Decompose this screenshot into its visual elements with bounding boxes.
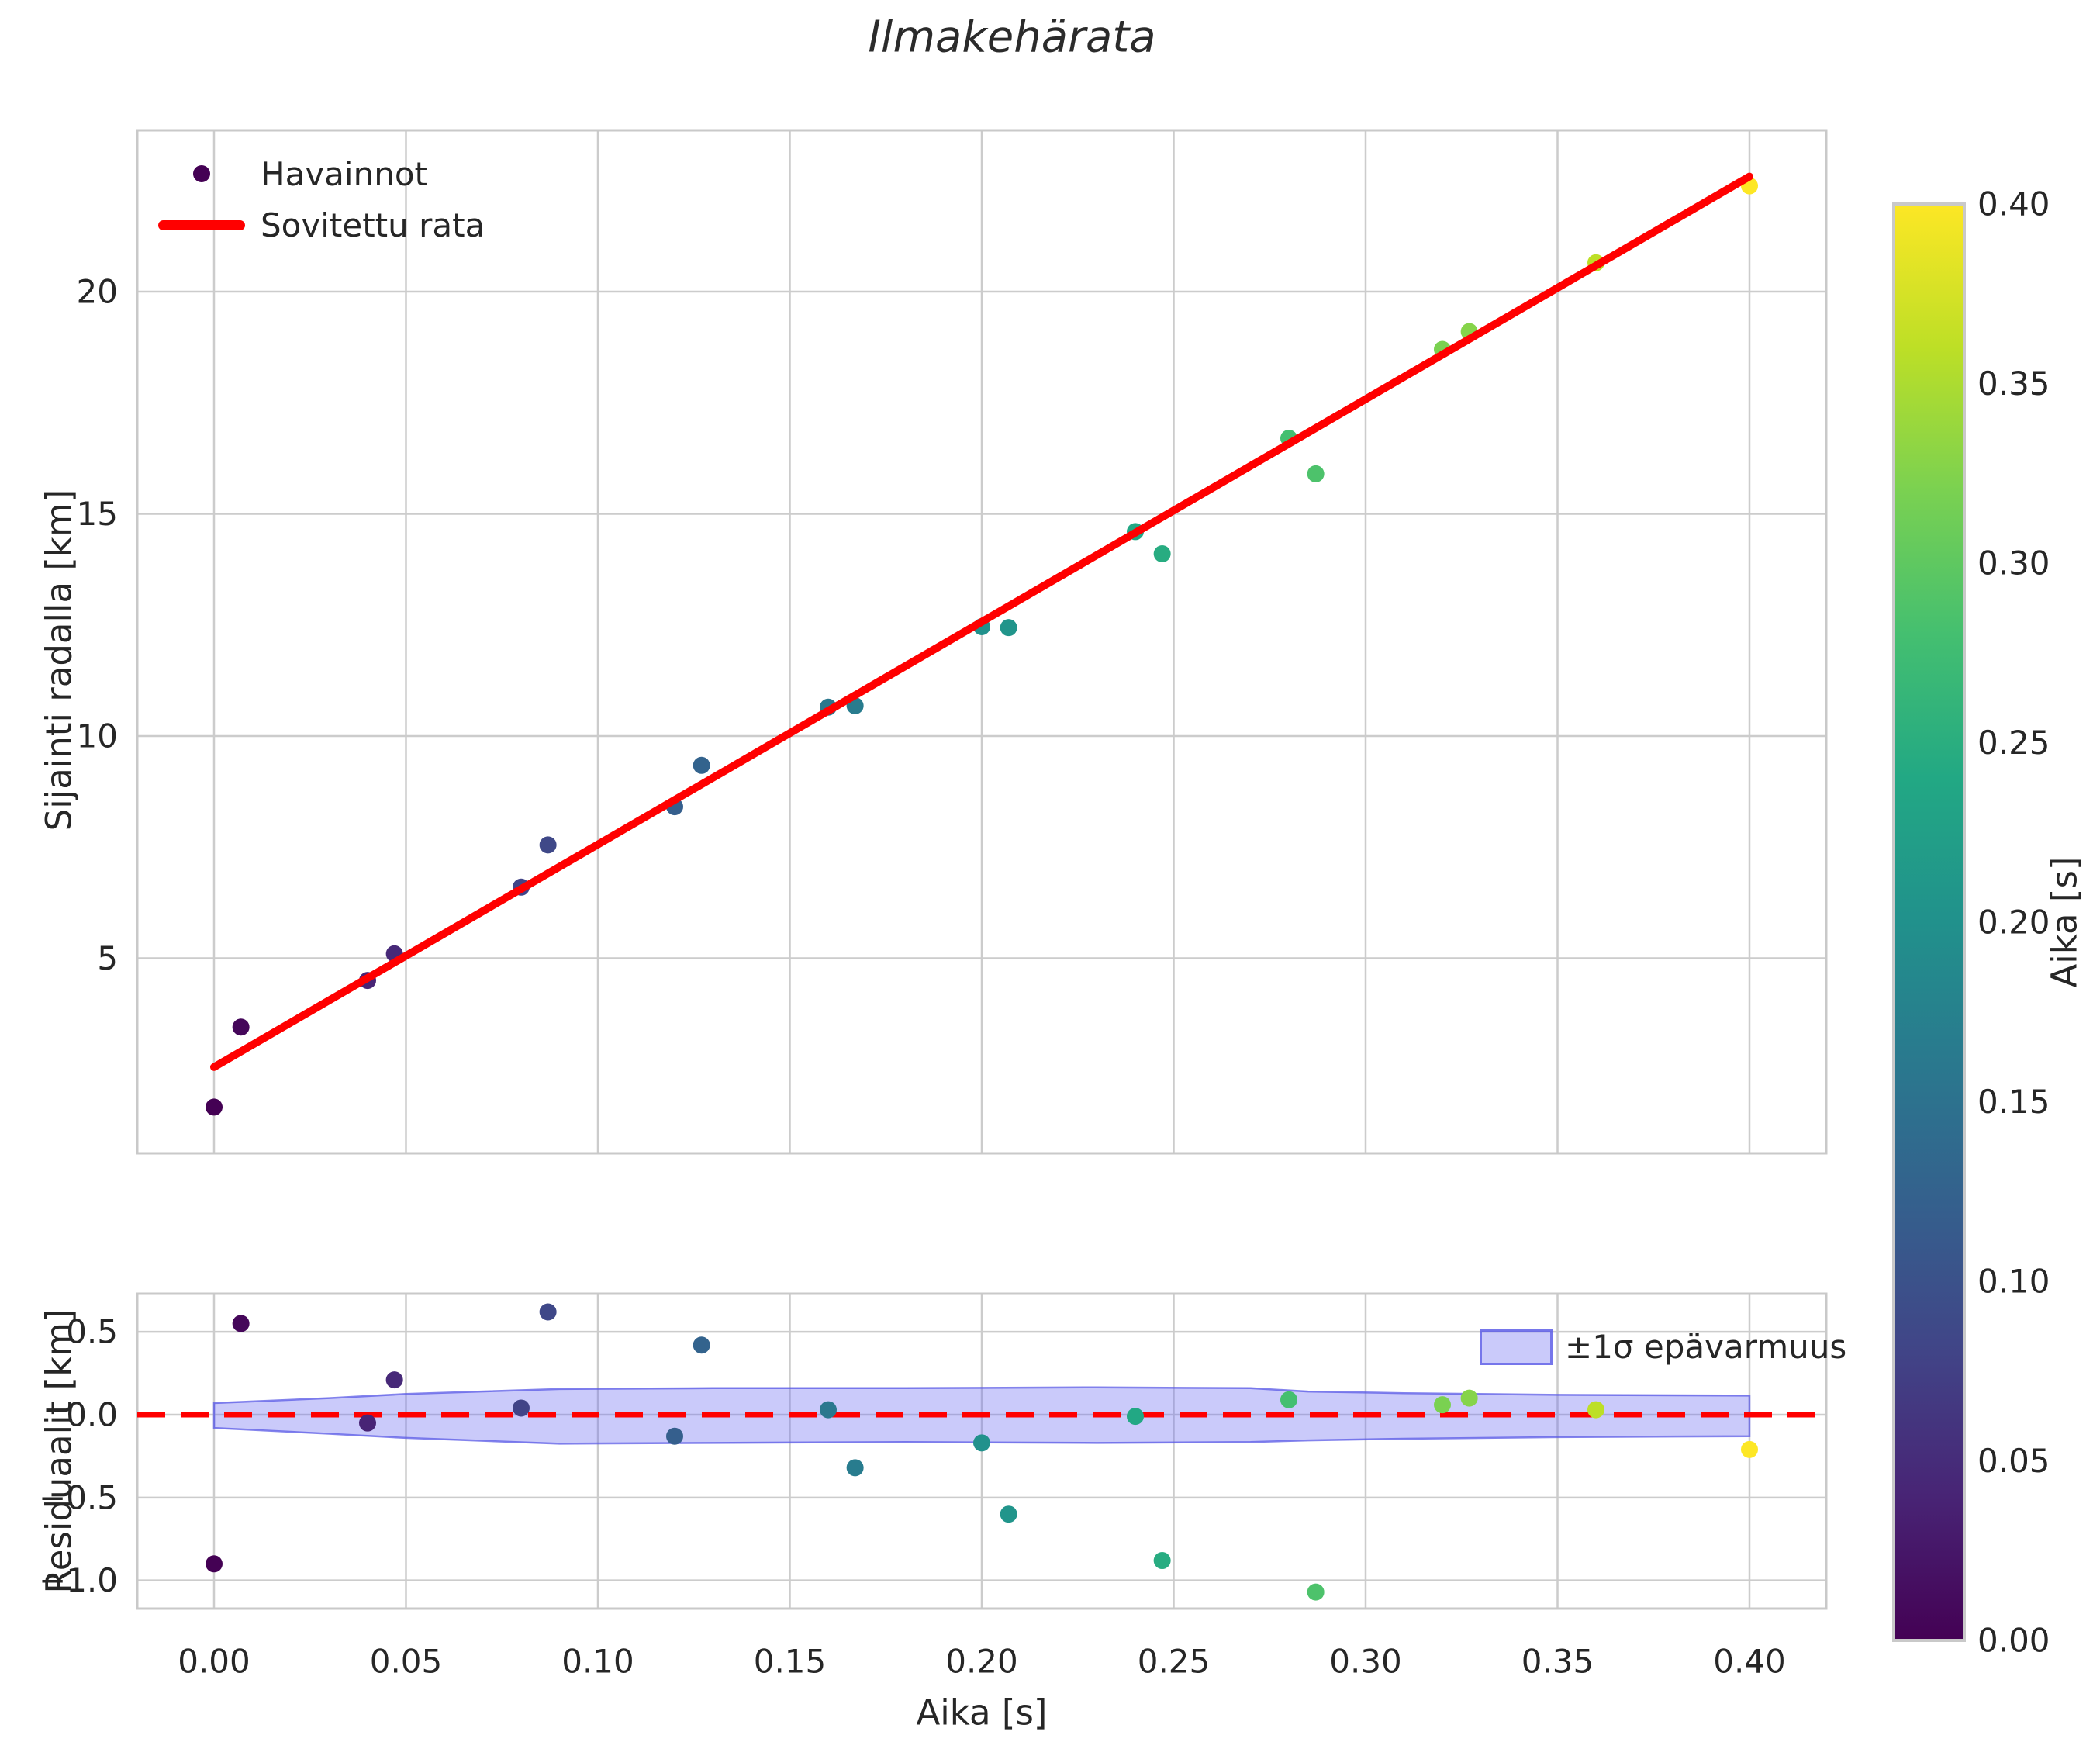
fit-line-icon (158, 219, 245, 230)
residual-point (846, 1459, 864, 1477)
residual-point (1280, 1391, 1297, 1408)
x-tick-label: 0.25 (1138, 1643, 1211, 1681)
main-y-tick-label: 5 (97, 939, 118, 977)
fit-label: Sovitettu rata (261, 206, 485, 244)
residual-point (1460, 1389, 1478, 1407)
colorbar-tick-label: 0.20 (1977, 904, 2050, 942)
uncertainty-band-label: ±1σ epävarmuus (1565, 1328, 1847, 1366)
observations-dot-icon (193, 165, 210, 182)
observations-marker-column (155, 165, 248, 182)
residual-legend: ±1σ epävarmuus (1480, 1328, 1846, 1366)
residual-point (1434, 1396, 1451, 1414)
colorbar-tick-label: 0.40 (1977, 185, 2050, 223)
main-legend: Havainnot Sovitettu rata (155, 154, 485, 245)
legend-item-observations: Havainnot (155, 154, 485, 194)
residual-point (385, 1371, 403, 1389)
residual-point (693, 1336, 710, 1354)
chart-canvas: 51015200.50.0−0.5−1.00.00 0.05 0.10 0.15 0.2… (39, 129, 2050, 1681)
residual-point (820, 1401, 837, 1419)
main-y-axis-label: Sijainti radalla [km] (38, 489, 80, 831)
x-tick-label: 0.10 (561, 1643, 634, 1681)
colorbar (1892, 202, 1966, 1642)
observation-point (1000, 619, 1017, 637)
fit-marker-column (155, 219, 248, 230)
observation-point (232, 1018, 250, 1036)
x-tick-label: 0.35 (1521, 1643, 1594, 1681)
colorbar-tick-label: 0.05 (1977, 1442, 2050, 1480)
observation-point (206, 1098, 223, 1116)
x-tick-label: 0.05 (370, 1643, 443, 1681)
observation-point (1307, 465, 1325, 482)
colorbar-tick-label: 0.15 (1977, 1083, 2050, 1121)
atmosphere-track-figure: 5 10 15 20 0.5 0.0 −0.5 −1.0 0.00 0.05 0.10 0.15 0.2… (0, 0, 2100, 1742)
residual-point (1127, 1408, 1144, 1426)
main-y-tick-label: 10 (77, 717, 118, 755)
colorbar-tick-label: 0.30 (1977, 544, 2050, 582)
residual-point (359, 1414, 376, 1432)
chart-title: Ilmakehärata (868, 12, 1156, 63)
residual-point (206, 1555, 223, 1573)
x-tick-label: 0.15 (754, 1643, 827, 1681)
residual-point (513, 1399, 530, 1417)
observations-label: Havainnot (261, 154, 427, 193)
residual-point (666, 1427, 683, 1445)
residual-point (1153, 1552, 1171, 1570)
x-tick-label: 0.30 (1329, 1643, 1402, 1681)
main-y-tick-label: 20 (77, 272, 118, 310)
x-axis-label: Aika [s] (916, 1692, 1048, 1733)
x-tick-label: 0.40 (1713, 1643, 1786, 1681)
residual-y-axis-label: Residuaalit [km] (38, 1308, 80, 1594)
colorbar-tick-label: 0.25 (1977, 724, 2050, 762)
observation-point (1153, 545, 1171, 563)
colorbar-tick-label: 0.35 (1977, 365, 2050, 403)
residual-point (1307, 1583, 1325, 1601)
residual-point (539, 1303, 557, 1321)
x-tick-label: 0.20 (945, 1643, 1018, 1681)
colorbar-tick-label: 0.00 (1977, 1622, 2050, 1660)
observation-point (693, 756, 710, 774)
residual-point (1000, 1505, 1017, 1523)
residual-point (1587, 1401, 1604, 1419)
observation-point (539, 836, 557, 854)
main-y-tick-label: 15 (77, 495, 118, 533)
residual-point (973, 1434, 990, 1452)
x-tick-label: 0.00 (178, 1643, 250, 1681)
uncertainty-band-icon (1480, 1329, 1553, 1365)
colorbar-label: Aika [s] (2043, 856, 2085, 988)
residual-point (1741, 1440, 1758, 1458)
residual-point (232, 1315, 250, 1332)
colorbar-tick-label: 0.10 (1977, 1263, 2050, 1301)
legend-item-fit: Sovitettu rata (155, 205, 485, 245)
